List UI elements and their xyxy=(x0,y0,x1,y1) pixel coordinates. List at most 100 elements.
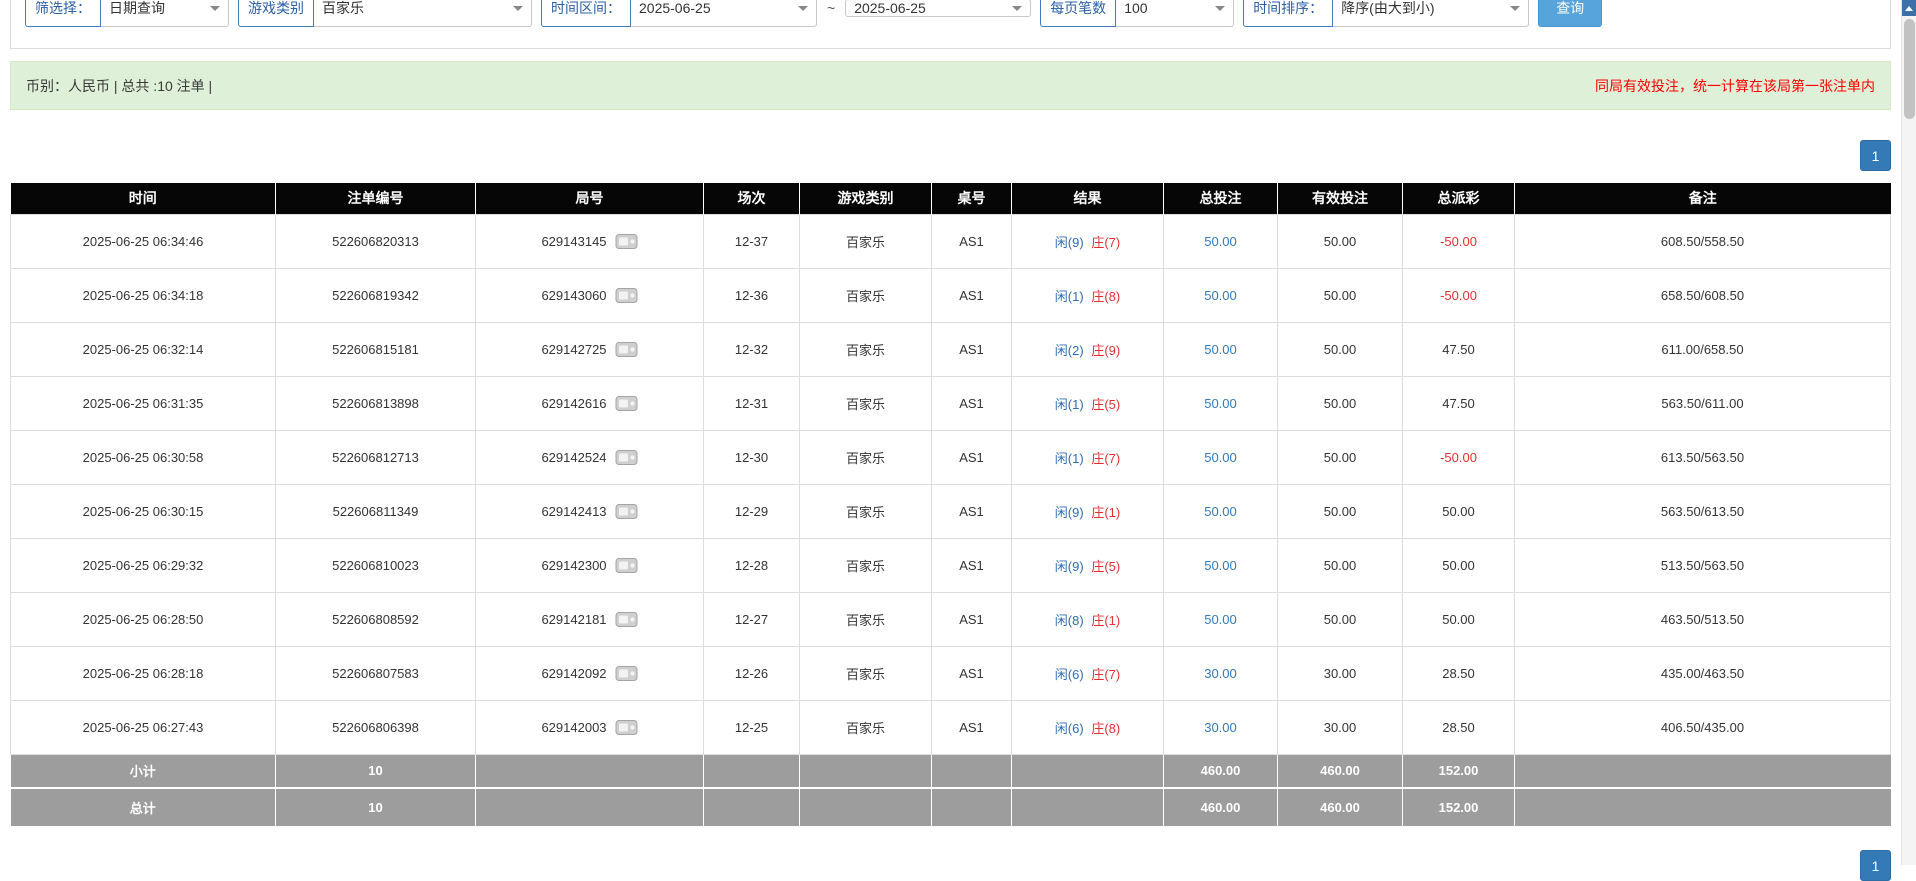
table-row: 2025-06-25 06:27:43 522606806398 6291420… xyxy=(11,700,1891,754)
table-row: 2025-06-25 06:29:32 522606810023 6291423… xyxy=(11,538,1891,592)
table-row: 2025-06-25 06:32:14 522606815181 6291427… xyxy=(11,322,1891,376)
total-bet-link[interactable]: 50.00 xyxy=(1204,612,1237,627)
result-player: 闲(9) xyxy=(1055,559,1084,574)
cell-time: 2025-06-25 06:34:46 xyxy=(11,214,276,268)
cell-remark: 608.50/558.50 xyxy=(1515,214,1891,268)
cell-game-type: 百家乐 xyxy=(800,268,932,322)
video-replay-icon[interactable] xyxy=(615,557,638,574)
video-replay-icon[interactable] xyxy=(615,287,638,304)
filter-type-select[interactable]: 日期查询 xyxy=(101,0,229,27)
header-game-type: 游戏类别 xyxy=(800,183,932,214)
cell-table-no: AS1 xyxy=(932,430,1012,484)
total-bet-link[interactable]: 50.00 xyxy=(1204,342,1237,357)
game-type-group: 游戏类别 百家乐 xyxy=(238,0,532,27)
subtotal-valid-bet: 460.00 xyxy=(1278,754,1403,788)
total-bet-link[interactable]: 50.00 xyxy=(1204,558,1237,573)
total-bet-link[interactable]: 50.00 xyxy=(1204,504,1237,519)
video-replay-icon[interactable] xyxy=(615,341,638,358)
header-time: 时间 xyxy=(11,183,276,214)
result-player: 闲(2) xyxy=(1055,343,1084,358)
cell-round-id: 629142413 xyxy=(476,484,704,538)
cell-round-id: 629143060 xyxy=(476,268,704,322)
header-bet-id: 注单编号 xyxy=(276,183,476,214)
cell-session: 12-27 xyxy=(704,592,800,646)
total-bet-link[interactable]: 30.00 xyxy=(1204,720,1237,735)
date-to-select[interactable]: 2025-06-25 xyxy=(845,0,1031,17)
video-replay-icon[interactable] xyxy=(615,503,638,520)
video-replay-icon[interactable] xyxy=(615,395,638,412)
cell-table-no: AS1 xyxy=(932,700,1012,754)
cell-total-bet: 30.00 xyxy=(1164,700,1278,754)
cell-remark: 611.00/658.50 xyxy=(1515,322,1891,376)
subtotal-label: 小计 xyxy=(11,754,276,788)
page-1-button[interactable]: 1 xyxy=(1860,140,1891,171)
cell-remark: 406.50/435.00 xyxy=(1515,700,1891,754)
result-player: 闲(1) xyxy=(1055,451,1084,466)
header-total-bet: 总投注 xyxy=(1164,183,1278,214)
chevron-down-icon xyxy=(798,6,808,11)
cell-game-type: 百家乐 xyxy=(800,646,932,700)
scroll-up-button[interactable] xyxy=(1902,0,1916,16)
video-replay-icon[interactable] xyxy=(615,719,638,736)
cell-remark: 563.50/611.00 xyxy=(1515,376,1891,430)
cell-bet-id: 522606810023 xyxy=(276,538,476,592)
header-valid-bet: 有效投注 xyxy=(1278,183,1403,214)
round-id-text: 629142524 xyxy=(541,450,606,465)
scrollbar-thumb[interactable] xyxy=(1904,19,1915,119)
cell-valid-bet: 50.00 xyxy=(1278,484,1403,538)
bet-records-table: 时间 注单编号 局号 场次 游戏类别 桌号 结果 总投注 有效投注 总派彩 备注… xyxy=(10,183,1891,826)
query-button[interactable]: 查询 xyxy=(1538,0,1602,27)
cell-payout: 50.00 xyxy=(1403,538,1515,592)
chevron-down-icon xyxy=(210,6,220,11)
cell-result: 闲(2) 庄(9) xyxy=(1012,322,1164,376)
table-header-row: 时间 注单编号 局号 场次 游戏类别 桌号 结果 总投注 有效投注 总派彩 备注 xyxy=(11,183,1891,214)
round-id-text: 629142413 xyxy=(541,504,606,519)
cell-bet-id: 522606807583 xyxy=(276,646,476,700)
cell-time: 2025-06-25 06:28:18 xyxy=(11,646,276,700)
currency-total-text: 币别：人民币 | 总共 :10 注单 | xyxy=(26,76,212,96)
game-type-select[interactable]: 百家乐 xyxy=(314,0,532,27)
vertical-scrollbar[interactable] xyxy=(1901,0,1916,865)
sort-select[interactable]: 降序(由大到小) xyxy=(1333,0,1529,27)
total-bet-link[interactable]: 30.00 xyxy=(1204,666,1237,681)
total-bet-link[interactable]: 50.00 xyxy=(1204,234,1237,249)
cell-payout: 28.50 xyxy=(1403,646,1515,700)
result-banker: 庄(1) xyxy=(1091,613,1120,628)
header-round-id: 局号 xyxy=(476,183,704,214)
round-id-text: 629142092 xyxy=(541,666,606,681)
result-player: 闲(8) xyxy=(1055,613,1084,628)
cell-table-no: AS1 xyxy=(932,592,1012,646)
cell-game-type: 百家乐 xyxy=(800,214,932,268)
total-total-bet: 460.00 xyxy=(1164,788,1278,826)
result-banker: 庄(1) xyxy=(1091,505,1120,520)
date-from-select[interactable]: 2025-06-25 xyxy=(631,0,817,27)
video-replay-icon[interactable] xyxy=(615,233,638,250)
cell-bet-id: 522606808592 xyxy=(276,592,476,646)
cell-valid-bet: 50.00 xyxy=(1278,430,1403,484)
cell-session: 12-26 xyxy=(704,646,800,700)
cell-result: 闲(6) 庄(8) xyxy=(1012,700,1164,754)
table-row: 2025-06-25 06:28:50 522606808592 6291421… xyxy=(11,592,1891,646)
video-replay-icon[interactable] xyxy=(615,665,638,682)
date-to-value: 2025-06-25 xyxy=(854,0,926,16)
cell-round-id: 629142181 xyxy=(476,592,704,646)
cell-game-type: 百家乐 xyxy=(800,700,932,754)
page-1-button-bottom[interactable]: 1 xyxy=(1860,850,1891,881)
video-replay-icon[interactable] xyxy=(615,611,638,628)
date-range-label: 时间区间： xyxy=(541,0,631,27)
cell-total-bet: 50.00 xyxy=(1164,214,1278,268)
cell-valid-bet: 50.00 xyxy=(1278,214,1403,268)
pagination-bottom: 1 xyxy=(10,850,1891,881)
chevron-down-icon xyxy=(1510,6,1520,11)
total-bet-link[interactable]: 50.00 xyxy=(1204,450,1237,465)
page-size-select[interactable]: 100 xyxy=(1116,0,1234,27)
sort-label: 时间排序： xyxy=(1243,0,1333,27)
cell-result: 闲(1) 庄(8) xyxy=(1012,268,1164,322)
video-replay-icon[interactable] xyxy=(615,449,638,466)
page-size-value: 100 xyxy=(1124,0,1147,16)
cell-result: 闲(6) 庄(7) xyxy=(1012,646,1164,700)
total-bet-link[interactable]: 50.00 xyxy=(1204,288,1237,303)
cell-remark: 613.50/563.50 xyxy=(1515,430,1891,484)
header-result: 结果 xyxy=(1012,183,1164,214)
total-bet-link[interactable]: 50.00 xyxy=(1204,396,1237,411)
